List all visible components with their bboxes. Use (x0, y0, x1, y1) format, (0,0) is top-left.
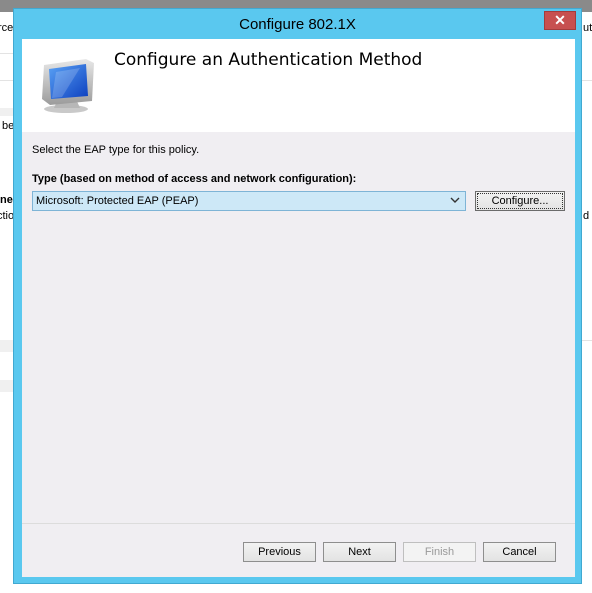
page-title: Configure an Authentication Method (114, 50, 423, 70)
background-divider (0, 80, 13, 81)
dialog-title: Configure 802.1X (239, 16, 356, 33)
background-text: ne (0, 194, 13, 206)
finish-button[interactable]: Finish (403, 542, 476, 562)
eap-type-dropdown[interactable]: Microsoft: Protected EAP (PEAP) (32, 191, 466, 211)
background-divider (582, 80, 592, 81)
chevron-down-icon (450, 197, 460, 203)
background-text: rce (0, 22, 14, 34)
next-button[interactable]: Next (323, 542, 396, 562)
background-text: d a (583, 210, 592, 222)
computer-monitor-icon (42, 59, 94, 113)
background-strip (0, 380, 13, 392)
background-text: ctio (0, 210, 15, 222)
dialog-client-area: Configure an Authentication Method Selec… (22, 39, 575, 577)
configure-button[interactable]: Configure... (475, 191, 565, 211)
configure-8021x-dialog: Configure 802.1X ✕ Configure an Authenti… (13, 8, 582, 584)
previous-button[interactable]: Previous (243, 542, 316, 562)
cancel-button[interactable]: Cancel (483, 542, 556, 562)
close-button[interactable]: ✕ (544, 11, 576, 30)
footer-divider (22, 523, 575, 524)
background-text: ut (583, 22, 592, 34)
background-strip (0, 108, 13, 116)
instruction-text: Select the EAP type for this policy. (32, 144, 200, 156)
close-icon: ✕ (554, 12, 566, 28)
eap-type-label: Type (based on method of access and netw… (32, 173, 357, 185)
dialog-header: Configure an Authentication Method (22, 39, 575, 132)
background-divider (582, 340, 592, 341)
background-divider (0, 53, 13, 54)
eap-type-selected-value: Microsoft: Protected EAP (PEAP) (36, 195, 199, 207)
background-strip (0, 340, 13, 352)
